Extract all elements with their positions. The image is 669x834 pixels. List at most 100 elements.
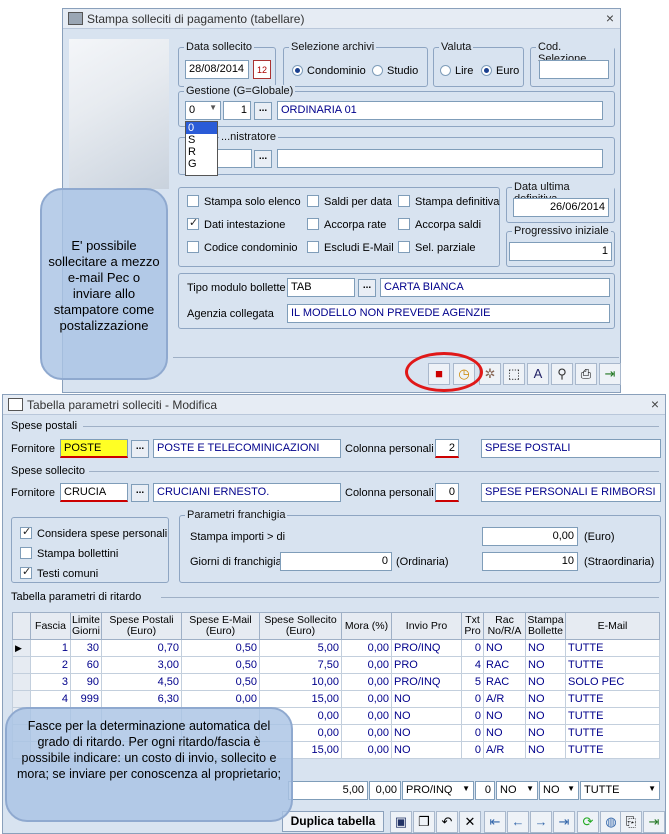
radio-condominio[interactable]: Condominio xyxy=(292,65,366,77)
table-cell[interactable]: 4 xyxy=(30,690,71,708)
table-cell[interactable]: NO xyxy=(391,707,463,725)
table-cell[interactable]: 4,50 xyxy=(101,673,183,691)
dropdown-option[interactable]: R xyxy=(186,146,217,158)
table-cell[interactable]: 0 xyxy=(461,724,485,742)
gestione-type-select[interactable]: 0 ▼ xyxy=(185,101,221,120)
prev-icon[interactable]: ← xyxy=(507,811,529,833)
check-considera-spese[interactable]: Considera spese personali xyxy=(20,525,167,540)
table-cell[interactable]: 15,00 xyxy=(259,690,343,708)
table-cell[interactable]: NO xyxy=(525,724,567,742)
table-cell[interactable]: 0,00 xyxy=(181,690,261,708)
edit-rac-select[interactable]: NO ▼ xyxy=(496,781,538,800)
amministratore-code-input[interactable] xyxy=(214,149,252,168)
row-indicator[interactable] xyxy=(12,673,31,691)
check-accorpa-saldi[interactable]: Accorpa saldi xyxy=(398,218,481,231)
col-header[interactable]: Limite Giorni xyxy=(69,612,103,640)
table-cell[interactable]: NO xyxy=(483,639,527,657)
check-stampa-bollettini[interactable]: Stampa bollettini xyxy=(20,547,118,560)
table-row[interactable]: 4 999 6,30 0,00 15,00 0,00 NO 0 A/R NO TUTTE xyxy=(12,690,660,708)
fornitore-sollecito-input[interactable]: CRUCIA xyxy=(60,483,128,502)
last-icon[interactable]: ⇥ xyxy=(553,811,575,833)
colonna-postali-input[interactable]: 2 xyxy=(435,439,459,458)
duplica-tabella-button[interactable]: Duplica tabella xyxy=(282,811,384,832)
table-cell[interactable]: PRO/INQ xyxy=(391,639,463,657)
table-row[interactable]: ▶ 1 30 0,70 0,50 5,00 0,00 PRO/INQ 0 NO NO TUTTE xyxy=(12,639,660,657)
next-icon[interactable]: → xyxy=(530,811,552,833)
check-saldi-per-data[interactable]: Saldi per data xyxy=(307,195,392,208)
exit-icon[interactable]: ⇥ xyxy=(599,363,621,385)
refresh-icon[interactable]: ⟳ xyxy=(577,811,599,833)
dropdown-option[interactable]: 0 xyxy=(186,122,217,134)
check-testi-comuni[interactable]: Testi comuni xyxy=(20,565,98,580)
col-header[interactable]: Spese Postali (Euro) xyxy=(101,612,183,640)
tipo-modulo-lookup-button[interactable]: ... xyxy=(358,279,376,297)
edit-mora-input[interactable]: 0,00 xyxy=(369,781,401,800)
table-cell[interactable]: 0,70 xyxy=(101,639,183,657)
table-cell[interactable]: TUTTE xyxy=(565,707,660,725)
table-cell[interactable]: RAC xyxy=(483,656,527,674)
fornitore-postali-lookup-button[interactable]: ... xyxy=(131,440,149,458)
exit-icon[interactable]: ⇥ xyxy=(643,811,665,833)
row-indicator[interactable]: ▶ xyxy=(12,639,31,657)
attach-icon[interactable]: ⎘ xyxy=(620,811,642,833)
table-cell[interactable]: 0,50 xyxy=(181,639,261,657)
row-indicator[interactable] xyxy=(12,656,31,674)
table-cell[interactable]: 0,00 xyxy=(341,741,393,759)
table-cell[interactable]: 6,30 xyxy=(101,690,183,708)
table-cell[interactable]: 0,00 xyxy=(341,673,393,691)
radio-euro[interactable]: Euro xyxy=(481,65,519,77)
row-indicator[interactable] xyxy=(12,690,31,708)
check-escludi-email[interactable]: Escludi E-Mail xyxy=(307,241,394,254)
col-header[interactable]: Mora (%) xyxy=(341,612,393,640)
edit-sollecito-input[interactable]: 5,00 xyxy=(288,781,368,800)
table-cell[interactable]: TUTTE xyxy=(565,690,660,708)
table-cell[interactable]: 7,50 xyxy=(259,656,343,674)
check-stampa-solo-elenco[interactable]: Stampa solo elenco xyxy=(187,195,301,208)
table-cell[interactable]: 3,00 xyxy=(101,656,183,674)
edit-txt-input[interactable]: 0 xyxy=(475,781,495,800)
radio-studio[interactable]: Studio xyxy=(372,65,418,77)
table-cell[interactable]: NO xyxy=(525,690,567,708)
table-cell[interactable]: 3 xyxy=(30,673,71,691)
close-icon[interactable]: × xyxy=(606,10,614,26)
delete-icon[interactable]: ✕ xyxy=(459,811,481,833)
cod-selezione-input[interactable] xyxy=(539,60,609,79)
table-cell[interactable]: TUTTE xyxy=(565,656,660,674)
table-cell[interactable]: PRO/INQ xyxy=(391,673,463,691)
table-cell[interactable]: 0 xyxy=(461,690,485,708)
close-icon[interactable]: × xyxy=(651,396,659,412)
table-cell[interactable]: NO xyxy=(391,724,463,742)
dropdown-option[interactable]: G xyxy=(186,158,217,170)
table-cell[interactable]: 60 xyxy=(69,656,103,674)
gestione-number-input[interactable]: 1 xyxy=(223,101,251,120)
globe-icon[interactable]: ◍ xyxy=(600,811,622,833)
table-cell[interactable]: TUTTE xyxy=(565,741,660,759)
col-header[interactable]: Invio Pro xyxy=(391,612,463,640)
table-cell[interactable]: SOLO PEC xyxy=(565,673,660,691)
font-icon[interactable]: A xyxy=(527,363,549,385)
printer-icon[interactable]: ⎙ xyxy=(575,363,597,385)
search-icon[interactable]: ⚲ xyxy=(551,363,573,385)
table-cell[interactable]: 4 xyxy=(461,656,485,674)
check-sel-parziale[interactable]: Sel. parziale xyxy=(398,241,476,254)
table-cell[interactable]: 90 xyxy=(69,673,103,691)
gestione-dropdown-list[interactable]: 0 S R G xyxy=(185,121,218,176)
preview-icon[interactable]: ⬚ xyxy=(503,363,525,385)
radio-lire[interactable]: Lire xyxy=(440,65,473,77)
table-cell[interactable]: NO xyxy=(525,639,567,657)
gestione-lookup-button[interactable]: ... xyxy=(254,102,272,120)
table-cell[interactable]: 999 xyxy=(69,690,103,708)
first-icon[interactable]: ⇤ xyxy=(484,811,506,833)
table-cell[interactable]: 0,00 xyxy=(341,656,393,674)
table-cell[interactable]: 5 xyxy=(461,673,485,691)
table-cell[interactable]: 10,00 xyxy=(259,673,343,691)
table-cell[interactable]: 0 xyxy=(461,741,485,759)
table-cell[interactable]: NO xyxy=(483,707,527,725)
table-cell[interactable]: TUTTE xyxy=(565,724,660,742)
copy-icon[interactable]: ❐ xyxy=(413,811,435,833)
colonna-sollecito-input[interactable]: 0 xyxy=(435,483,459,502)
check-accorpa-rate[interactable]: Accorpa rate xyxy=(307,218,386,231)
table-cell[interactable]: 5,00 xyxy=(259,639,343,657)
table-cell[interactable]: NO xyxy=(525,707,567,725)
calendar-icon[interactable]: 12 xyxy=(253,60,271,79)
